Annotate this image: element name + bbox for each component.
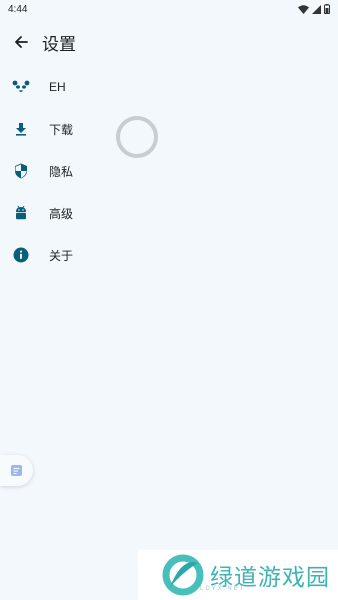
app-bar: 设置 [0, 24, 338, 60]
loading-spinner [116, 116, 158, 158]
download-icon [12, 120, 30, 138]
settings-item-label: 下载 [49, 122, 74, 137]
settings-menu: EH 下载 隐私 高级 关于 [0, 66, 338, 276]
back-button[interactable] [2, 24, 40, 60]
page-title: 设置 [42, 34, 76, 54]
floating-note-button[interactable] [0, 455, 33, 486]
status-bar: 4:44 [0, 0, 338, 18]
status-icons [298, 4, 330, 14]
settings-item-about[interactable]: 关于 [0, 234, 338, 276]
status-time: 4:44 [8, 3, 28, 15]
battery-icon [324, 4, 330, 14]
settings-item-label: 高级 [49, 206, 74, 221]
wifi-icon [298, 4, 309, 14]
watermark: 绿道游戏园 LDYX.NET [138, 550, 338, 600]
watermark-subtext: LDYX.NET [200, 586, 246, 592]
shield-icon [12, 162, 30, 180]
settings-item-download[interactable]: 下载 [0, 108, 338, 150]
settings-item-advanced[interactable]: 高级 [0, 192, 338, 234]
info-icon [12, 246, 30, 264]
panda-icon [12, 78, 30, 96]
arrow-back-icon [15, 36, 28, 48]
settings-item-label: 关于 [49, 248, 74, 263]
settings-item-privacy[interactable]: 隐私 [0, 150, 338, 192]
note-icon [11, 465, 22, 476]
settings-item-label: EH [49, 80, 66, 94]
settings-item-eh[interactable]: EH [0, 66, 338, 108]
settings-item-label: 隐私 [49, 164, 74, 179]
watermark-logo-icon [162, 554, 204, 596]
signal-icon [312, 4, 321, 14]
android-icon [12, 204, 30, 222]
